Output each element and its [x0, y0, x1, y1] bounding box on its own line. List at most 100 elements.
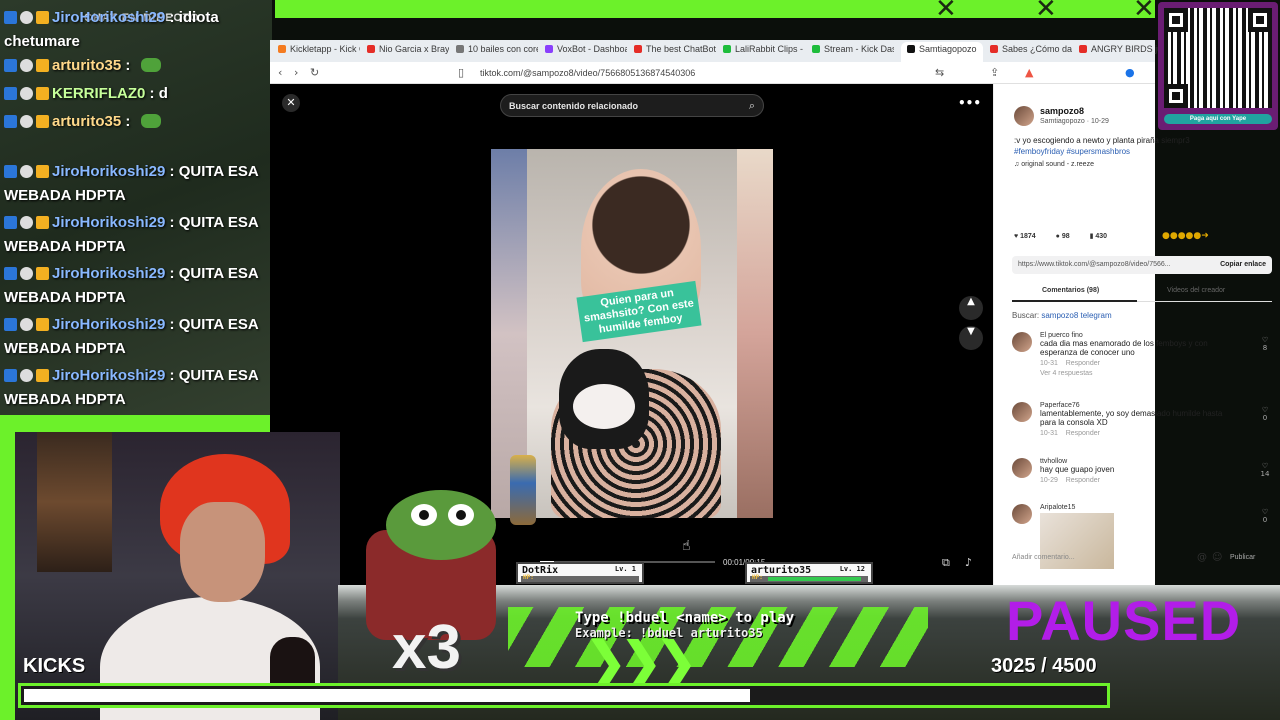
- comment-date: 10-31: [1040, 360, 1058, 367]
- post-link-box[interactable]: https://www.tiktok.com/@sampozo8/video/7…: [1012, 256, 1272, 274]
- save-button[interactable]: ▮ 430: [1090, 233, 1107, 240]
- chat-message: arturito35 :: [4, 54, 266, 78]
- commenter-name[interactable]: El puerco fino: [1040, 332, 1240, 339]
- browser-tab[interactable]: LaliRabbit Clips - Ki: [723, 44, 805, 60]
- player1-level: Lv. 1: [614, 565, 636, 573]
- tab-favicon-icon: [278, 45, 286, 53]
- player2-hp-fill: [768, 577, 862, 581]
- more-options-icon[interactable]: •••: [958, 96, 981, 110]
- url-field[interactable]: tiktok.com/@sampozo8/video/7566805136874…: [480, 68, 695, 78]
- commenter-name[interactable]: Paperface76: [1040, 402, 1240, 409]
- reload-icon[interactable]: ↻: [310, 66, 319, 79]
- comment-like-count: 14: [1260, 470, 1270, 478]
- post-sound-label: original sound - z.reeze: [1021, 161, 1094, 168]
- chat-badge-icon: [20, 11, 33, 24]
- commenter-avatar[interactable]: [1012, 402, 1032, 422]
- search-suggestion[interactable]: Buscar: sampozo8 telegram: [1012, 311, 1112, 320]
- browser-tab[interactable]: Stream - Kick Dash: [812, 44, 894, 60]
- commenter-name[interactable]: Aripalote15: [1040, 504, 1240, 511]
- search-suggestion-term: sampozo8 telegram: [1041, 311, 1112, 320]
- browser-tab[interactable]: ANGRY BIRDS juego: [1079, 44, 1161, 60]
- chat-separator: :: [121, 57, 135, 74]
- player2-hp-label: HP:: [752, 574, 763, 581]
- share-icon[interactable]: ⇪: [990, 66, 999, 79]
- chat-message: JiroHorikoshi29 : QUITA ESA WEBADA HDPTA: [4, 313, 266, 361]
- commenter-avatar[interactable]: [1012, 332, 1032, 352]
- chat-badge-icon: [4, 59, 17, 72]
- commenter-avatar[interactable]: [1012, 458, 1032, 478]
- reply-button[interactable]: Responder: [1066, 477, 1100, 484]
- kicks-goal-fill: [24, 689, 750, 702]
- commenter-name[interactable]: ttvhollow: [1040, 458, 1240, 465]
- player1-hp-label: HP:: [523, 574, 534, 581]
- chat-message: JiroHorikoshi29 : QUITA ESA WEBADA HDPTA: [4, 160, 266, 208]
- browser-tab[interactable]: Sabes ¿Cómo danzar: [990, 44, 1072, 60]
- chat-username[interactable]: JiroHorikoshi29: [52, 163, 165, 180]
- chat-username[interactable]: JiroHorikoshi29: [52, 367, 165, 384]
- comment-text: lamentablemente, yo soy demasiado humild…: [1040, 409, 1223, 427]
- browser-tab[interactable]: 10 bailes con coreogr: [456, 44, 538, 60]
- close-viewer-button[interactable]: ✕: [282, 94, 300, 112]
- chat-badge-icon: [4, 267, 17, 280]
- frog-emote-icon: [140, 58, 161, 72]
- creator-avatar[interactable]: [1014, 106, 1034, 126]
- browser-tab[interactable]: VoxBot - Dashboard: [545, 44, 627, 60]
- tab-label: Sabes ¿Cómo danzar: [1002, 44, 1072, 54]
- emoji-icon[interactable]: ☺: [1212, 552, 1222, 563]
- tab-favicon-icon: [907, 45, 915, 53]
- share-icons[interactable]: ●●●●●➜: [1162, 231, 1209, 241]
- tab-favicon-icon: [634, 45, 642, 53]
- prev-video-button[interactable]: ▲: [959, 296, 983, 320]
- commenter-avatar[interactable]: [1012, 504, 1032, 524]
- tab-comments[interactable]: Comentarios (98): [1042, 287, 1099, 294]
- duel-example: Example: !bduel arturito35: [575, 626, 763, 640]
- tab-creator-videos[interactable]: Videos del creador: [1167, 287, 1225, 294]
- extension-icon[interactable]: ●: [1125, 66, 1135, 79]
- reply-button[interactable]: Responder: [1066, 360, 1100, 367]
- browser-tab[interactable]: Samtiagopozo✕: [901, 42, 983, 62]
- mention-icon[interactable]: @: [1197, 552, 1207, 563]
- post-hashtags[interactable]: #femboyfriday #supersmashbros: [1014, 147, 1130, 156]
- chat-badge-icon: [4, 115, 17, 128]
- chat-text: QUITA ESA: [178, 367, 259, 384]
- view-replies-button[interactable]: Ver 4 respuestas: [1040, 370, 1240, 377]
- browser-tab[interactable]: Nio Garcia x Bray x Ju: [367, 44, 449, 60]
- comment-button[interactable]: ● 98: [1056, 233, 1070, 240]
- pepe-eye: [448, 504, 474, 526]
- chat-badge-icon: [36, 165, 49, 178]
- reply-button[interactable]: Responder: [1066, 430, 1100, 437]
- bookmark-icon[interactable]: ▯: [458, 66, 464, 79]
- pip-icon[interactable]: ⧉: [942, 556, 950, 570]
- forward-icon[interactable]: ›: [294, 66, 298, 79]
- chat-username[interactable]: JiroHorikoshi29: [52, 9, 165, 26]
- browser-tab[interactable]: The best ChatBot and: [634, 44, 716, 60]
- chat-username[interactable]: JiroHorikoshi29: [52, 316, 165, 333]
- browser-tab[interactable]: Kickletapp - Kick Chat: [278, 44, 360, 60]
- search-icon[interactable]: ⌕: [749, 99, 755, 113]
- chat-username[interactable]: KERRIFLAZ0: [52, 85, 145, 102]
- volume-icon[interactable]: ♪: [965, 556, 972, 569]
- like-button[interactable]: ♥ 1874: [1014, 233, 1036, 240]
- comment-date: 10-29: [1040, 477, 1058, 484]
- warning-icon[interactable]: ▲: [1025, 66, 1033, 79]
- creator-username[interactable]: sampozo8: [1040, 106, 1084, 116]
- comment-like-button[interactable]: ♡ 0: [1258, 406, 1272, 422]
- chat-username[interactable]: JiroHorikoshi29: [52, 214, 165, 231]
- qr-code: [1164, 8, 1272, 108]
- chat-badge-icon: [20, 318, 33, 331]
- related-search-input[interactable]: Buscar contenido relacionado ⌕: [500, 94, 764, 117]
- comment-input[interactable]: Añadir comentario... @ ☺ Publicar: [1012, 552, 1272, 563]
- next-video-button[interactable]: ▼: [959, 326, 983, 350]
- comment-like-button[interactable]: ♡ 14: [1258, 462, 1272, 478]
- comment-like-button[interactable]: ♡ 8: [1258, 336, 1272, 352]
- comment-like-button[interactable]: ♡ 0: [1258, 508, 1272, 524]
- chat-username[interactable]: arturito35: [52, 113, 121, 130]
- publish-button[interactable]: Publicar: [1230, 554, 1255, 561]
- translate-icon[interactable]: ⇆: [935, 66, 944, 79]
- chat-username[interactable]: arturito35: [52, 57, 121, 74]
- back-icon[interactable]: ‹: [278, 66, 282, 79]
- tab-label: Kickletapp - Kick Chat: [290, 44, 360, 54]
- post-sound[interactable]: ♫ original sound - z.reeze: [1014, 161, 1094, 168]
- chat-username[interactable]: JiroHorikoshi29: [52, 265, 165, 282]
- copy-link-button[interactable]: Copiar enlace: [1220, 261, 1266, 268]
